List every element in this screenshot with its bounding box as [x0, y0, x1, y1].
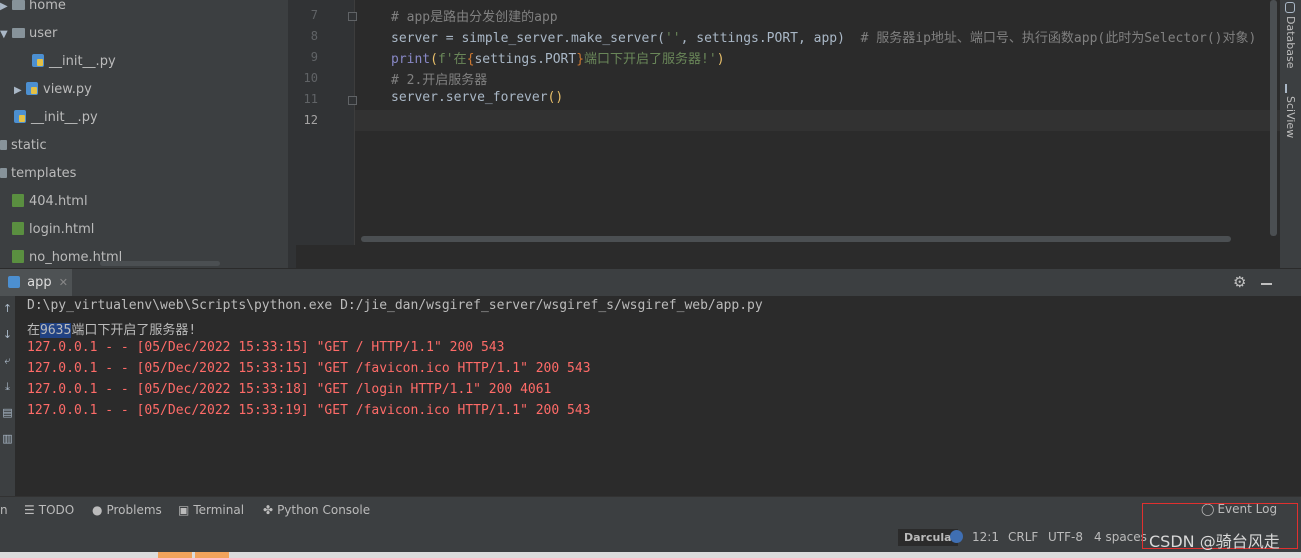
tree-folder-static[interactable]: static	[0, 132, 47, 160]
python-file-icon	[26, 82, 38, 95]
tab-run[interactable]: n	[0, 497, 8, 523]
watermark: CSDN @骑台风走	[1142, 503, 1298, 551]
gear-icon[interactable]: ⚙	[1233, 273, 1246, 291]
html-file-icon	[12, 222, 24, 235]
console-command: D:\py_virtualenv\web\Scripts\python.exe …	[27, 298, 763, 313]
print-icon[interactable]: ▤	[0, 406, 15, 419]
html-file-icon	[12, 250, 24, 263]
folder-icon	[0, 167, 7, 178]
panel-divider[interactable]	[288, 0, 296, 268]
tab-problems[interactable]: ● Problems	[92, 497, 162, 523]
run-panel-header: app ✕ ⚙	[0, 268, 1301, 297]
terminal-icon: ▣	[178, 503, 190, 517]
tree-file-init[interactable]: __init__.py	[14, 104, 98, 132]
arrow-up-icon[interactable]: ↑	[0, 302, 15, 315]
line-gutter: 7 8 9 10 11 12	[296, 0, 357, 245]
line-number: 11	[303, 92, 318, 106]
status-line-separator[interactable]: CRLF	[1008, 522, 1038, 552]
code-line-11: server.serve_forever()	[391, 90, 564, 105]
editor-vscrollbar[interactable]	[1270, 0, 1277, 236]
status-bar: Darcula 12:1 CRLF UTF-8 4 spaces	[0, 522, 1301, 552]
line-number: 10	[303, 71, 318, 85]
bottom-tool-tabs: n ☰ TODO ● Problems ▣ Terminal ✤ Python Cons…	[0, 496, 1301, 523]
scroll-to-end-icon[interactable]: ⤓	[0, 380, 15, 394]
chevron-down-icon[interactable]: ▼	[0, 21, 12, 49]
console-start-message: 在9635端口下开启了服务器!	[27, 323, 197, 338]
chevron-right-icon[interactable]: ▶	[0, 0, 12, 21]
console-log-line: 127.0.0.1 - - [05/Dec/2022 15:33:18] "GE…	[27, 382, 552, 397]
python-run-icon	[8, 275, 20, 288]
close-icon[interactable]: ✕	[59, 276, 68, 289]
arrow-down-icon[interactable]: ↓	[0, 328, 15, 341]
tab-run-app[interactable]: app ✕	[0, 269, 72, 297]
code-line-9: print(f'在{settings.PORT}端口下开启了服务器!')	[391, 52, 725, 67]
html-file-icon	[12, 194, 24, 207]
code-editor[interactable]: 7 8 9 10 11 12 # app是路由分发创建的app server =…	[296, 0, 1280, 268]
console-log-line: 127.0.0.1 - - [05/Dec/2022 15:33:15] "GE…	[27, 361, 591, 376]
chevron-right-icon[interactable]: ▶	[14, 77, 26, 105]
tab-todo[interactable]: ☰ TODO	[24, 497, 74, 523]
tab-python-console[interactable]: ✤ Python Console	[263, 497, 370, 523]
tree-file-404[interactable]: 404.html	[12, 188, 88, 216]
editor-hscrollbar[interactable]	[361, 236, 1231, 242]
python-file-icon	[14, 110, 26, 123]
soft-wrap-icon[interactable]: ⤶	[0, 354, 15, 368]
python-icon: ✤	[263, 503, 274, 517]
list-icon: ☰	[24, 503, 35, 517]
tab-terminal[interactable]: ▣ Terminal	[178, 497, 244, 523]
taskbar-item[interactable]	[158, 552, 192, 558]
right-tool-strip: Database SciView	[1280, 0, 1301, 268]
fold-marker-icon[interactable]	[348, 96, 357, 105]
status-caret-position[interactable]: 12:1	[972, 522, 999, 552]
line-number: 12	[303, 113, 318, 127]
tab-database[interactable]: Database	[1280, 2, 1301, 69]
current-line-highlight	[355, 110, 1280, 131]
tree-folder-templates[interactable]: templates	[0, 160, 76, 188]
database-icon	[1285, 2, 1295, 13]
code-line-7: # app是路由分发创建的app	[391, 10, 558, 25]
code-line-8: server = simple_server.make_server('', s…	[391, 31, 1257, 46]
folder-icon	[0, 139, 7, 150]
tab-sciview[interactable]: SciView	[1280, 84, 1301, 138]
tree-folder-user[interactable]: ▼ user	[0, 20, 57, 48]
python-file-icon	[32, 54, 44, 67]
fold-marker-icon[interactable]	[348, 12, 357, 21]
sidebar-hscrollbar[interactable]	[100, 261, 220, 266]
taskbar-item[interactable]	[195, 552, 229, 558]
run-console[interactable]: D:\py_virtualenv\web\Scripts\python.exe …	[15, 296, 1301, 496]
console-log-line: 127.0.0.1 - - [05/Dec/2022 15:33:15] "GE…	[27, 340, 505, 355]
info-icon: ●	[92, 503, 103, 517]
tree-file-view[interactable]: ▶ view.py	[14, 76, 92, 104]
folder-icon	[12, 27, 25, 38]
project-tree: ▶ home ▼ user __init__.py ▶ view.py __init_…	[0, 0, 288, 268]
taskbar-strip	[0, 552, 1301, 558]
minimize-icon[interactable]	[1261, 283, 1272, 285]
line-number: 9	[310, 50, 318, 64]
trash-icon[interactable]: ▥	[0, 432, 15, 445]
selected-port: 9635	[40, 323, 72, 338]
code-line-10: # 2.开启服务器	[391, 73, 488, 88]
sciview-icon	[1285, 84, 1295, 93]
tree-file-user-init[interactable]: __init__.py	[32, 48, 116, 76]
run-toolbar: ↑ ↓ ⤶ ⤓ ▤ ▥	[0, 296, 15, 496]
status-theme[interactable]: Darcula	[898, 522, 958, 552]
status-indent[interactable]: 4 spaces	[1094, 522, 1147, 552]
folder-icon	[12, 0, 25, 10]
line-number: 8	[310, 29, 318, 43]
line-number: 7	[310, 8, 318, 22]
tree-folder-home[interactable]: ▶ home	[0, 0, 66, 20]
status-encoding[interactable]: UTF-8	[1048, 522, 1083, 552]
theme-indicator-icon	[950, 530, 963, 543]
console-log-line: 127.0.0.1 - - [05/Dec/2022 15:33:19] "GE…	[27, 403, 591, 418]
tree-file-login[interactable]: login.html	[12, 216, 94, 244]
